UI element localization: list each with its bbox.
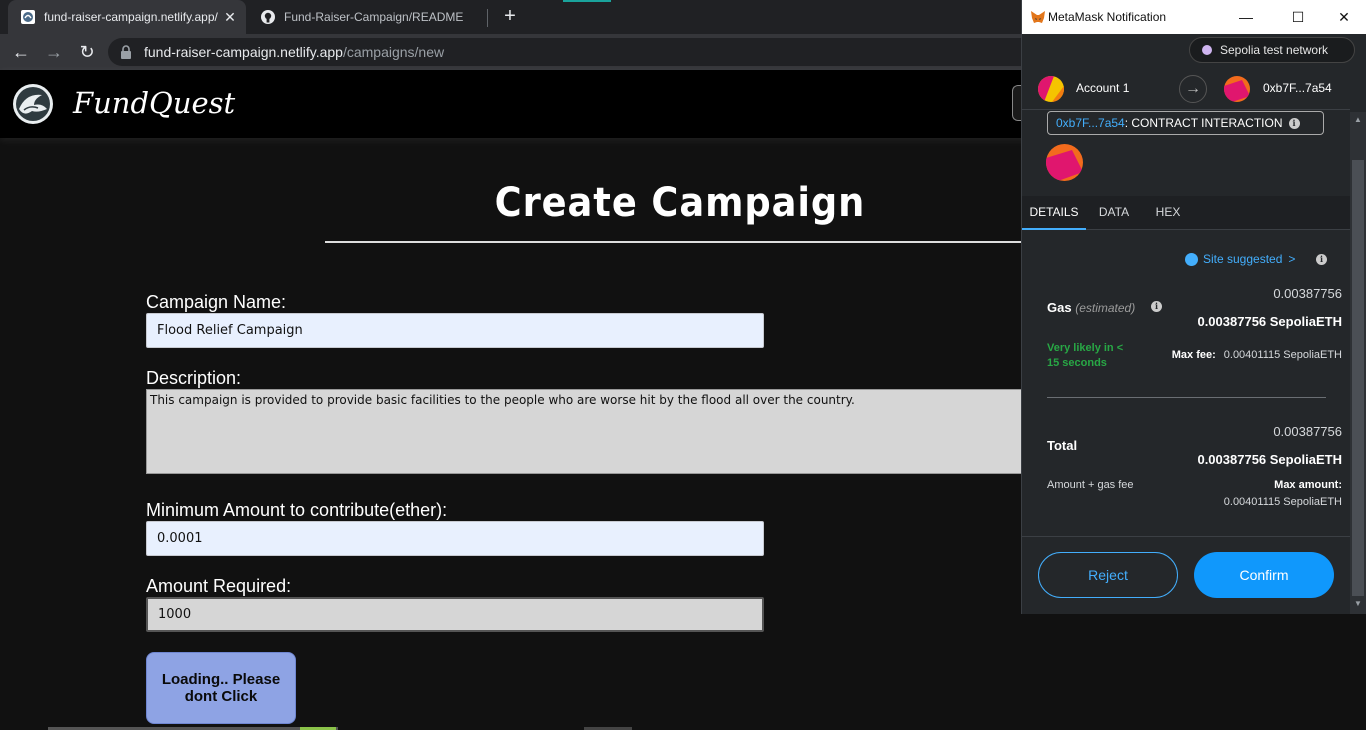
amount-gas-label: Amount + gas fee bbox=[1047, 479, 1134, 491]
minimum-amount-label: Minimum Amount to contribute(ether): bbox=[146, 500, 448, 520]
address-bar[interactable]: fund-raiser-campaign.netlify.app/campaig… bbox=[108, 38, 1048, 66]
gas-info-icon[interactable]: i bbox=[1151, 301, 1162, 312]
account-row: Account 1 → 0xb7F...7a54 bbox=[1022, 68, 1350, 110]
site-suggested-info-icon[interactable]: i bbox=[1316, 254, 1327, 265]
submit-loading-button[interactable]: Loading.. Please dont Click bbox=[146, 652, 296, 724]
tab-title: Fund-Raiser-Campaign/README bbox=[284, 10, 464, 24]
account-avatar bbox=[1038, 76, 1064, 102]
tab-group-indicator bbox=[563, 0, 611, 2]
tab-title: fund-raiser-campaign.netlify.app/ bbox=[44, 10, 218, 24]
metamask-tabs: DETAILS DATA HEX bbox=[1022, 196, 1350, 230]
tab-close-icon[interactable]: ✕ bbox=[222, 9, 238, 26]
likely-time-text: Very likely in < 15 seconds bbox=[1047, 342, 1124, 369]
account-name: Account 1 bbox=[1076, 81, 1130, 95]
site-suggested-label: Site suggested bbox=[1203, 252, 1283, 266]
reject-button[interactable]: Reject bbox=[1038, 552, 1178, 598]
max-fee-row: Max fee: 0.00401115 SepoliaETH bbox=[1172, 349, 1342, 361]
tab-details[interactable]: DETAILS bbox=[1022, 196, 1086, 230]
globe-icon bbox=[1185, 252, 1198, 266]
confirm-button[interactable]: Confirm bbox=[1194, 552, 1334, 598]
gas-title: Gas bbox=[1047, 300, 1072, 315]
description-textarea[interactable]: This campaign is provided to provide bas… bbox=[146, 389, 1026, 474]
recipient-address[interactable]: 0xb7F...7a54 bbox=[1263, 81, 1332, 95]
max-fee-label: Max fee: bbox=[1171, 349, 1216, 361]
tab-data[interactable]: DATA bbox=[1090, 196, 1138, 230]
url-host: fund-raiser-campaign.netlify.app bbox=[144, 44, 343, 60]
network-name: Sepolia test network bbox=[1220, 43, 1329, 57]
forward-icon[interactable]: → bbox=[43, 41, 65, 63]
description-label: Description: bbox=[146, 368, 242, 388]
minimize-icon[interactable]: — bbox=[1236, 7, 1256, 27]
fundquest-logo-icon[interactable] bbox=[12, 83, 54, 125]
site-favicon-icon bbox=[20, 9, 36, 25]
metamask-window: MetaMask Notification — ☐ ✕ Sepolia test… bbox=[1021, 0, 1366, 614]
metamask-footer: Reject Confirm bbox=[1022, 536, 1350, 614]
recipient-avatar bbox=[1224, 76, 1250, 102]
tab-hex[interactable]: HEX bbox=[1148, 196, 1188, 230]
screen: fund-raiser-campaign.netlify.app/ ✕ Fund… bbox=[0, 0, 1366, 730]
back-icon[interactable]: ← bbox=[10, 41, 32, 63]
scroll-up-icon[interactable]: ▲ bbox=[1352, 114, 1364, 126]
gas-label: Gas (estimated) bbox=[1047, 300, 1135, 315]
new-tab-button[interactable]: + bbox=[498, 5, 522, 29]
contract-interaction-label: : CONTRACT INTERACTION bbox=[1124, 116, 1283, 130]
github-icon bbox=[260, 9, 276, 25]
lock-icon bbox=[120, 45, 132, 59]
contract-address-link[interactable]: 0xb7F...7a54 bbox=[1056, 116, 1125, 130]
window-close-icon[interactable]: ✕ bbox=[1334, 7, 1354, 27]
amount-required-input[interactable]: 1000 bbox=[146, 597, 764, 632]
minimum-amount-input[interactable]: 0.0001 bbox=[146, 521, 764, 556]
metamask-fox-icon bbox=[1030, 9, 1046, 25]
contract-interaction-pill: 0xb7F...7a54 : CONTRACT INTERACTION i bbox=[1047, 111, 1324, 135]
campaign-name-input[interactable]: Flood Relief Campaign bbox=[146, 313, 764, 348]
gas-value: 0.00387756 bbox=[1273, 286, 1342, 301]
info-icon[interactable]: i bbox=[1288, 117, 1300, 129]
gas-estimated-label: (estimated) bbox=[1075, 301, 1136, 315]
max-fee-value: 0.00401115 SepoliaETH bbox=[1223, 349, 1342, 361]
total-value: 0.00387756 bbox=[1273, 424, 1342, 439]
maximize-icon[interactable]: ☐ bbox=[1288, 7, 1308, 27]
scrollbar-thumb[interactable] bbox=[1352, 160, 1364, 596]
contract-identicon bbox=[1046, 144, 1083, 181]
metamask-titlebar: MetaMask Notification — ☐ ✕ bbox=[1022, 0, 1366, 34]
max-amount-value: 0.00401115 SepoliaETH bbox=[1223, 496, 1342, 508]
tab-separator bbox=[487, 9, 488, 27]
campaign-name-label: Campaign Name: bbox=[146, 292, 287, 312]
title-divider bbox=[325, 241, 1022, 243]
total-label: Total bbox=[1047, 438, 1078, 453]
browser-tab-fundraiser[interactable]: fund-raiser-campaign.netlify.app/ ✕ bbox=[8, 0, 246, 34]
section-divider bbox=[1047, 397, 1326, 398]
arrow-right-icon: → bbox=[1179, 75, 1207, 103]
brand-name: FundQuest bbox=[73, 86, 236, 120]
max-amount-label: Max amount: bbox=[1274, 479, 1342, 491]
url-path: /campaigns/new bbox=[342, 44, 445, 60]
scroll-down-icon[interactable]: ▼ bbox=[1352, 598, 1364, 610]
gas-value-eth: 0.00387756 SepoliaETH bbox=[1197, 314, 1342, 329]
page-title: Create Campaign bbox=[494, 180, 866, 226]
reload-icon[interactable]: ↻ bbox=[76, 41, 98, 63]
chevron-right-icon: > bbox=[1288, 252, 1296, 266]
metamask-window-title: MetaMask Notification bbox=[1048, 10, 1167, 24]
site-suggested-link[interactable]: Site suggested > bbox=[1185, 252, 1295, 266]
max-amount-block: Max amount: 0.00401115 SepoliaETH bbox=[1224, 477, 1342, 511]
network-status-dot bbox=[1202, 45, 1212, 55]
total-value-eth: 0.00387756 SepoliaETH bbox=[1197, 452, 1342, 467]
amount-required-label: Amount Required: bbox=[146, 576, 292, 596]
browser-tab-readme[interactable]: Fund-Raiser-Campaign/README bbox=[250, 0, 482, 34]
network-selector[interactable]: Sepolia test network bbox=[1189, 37, 1355, 63]
